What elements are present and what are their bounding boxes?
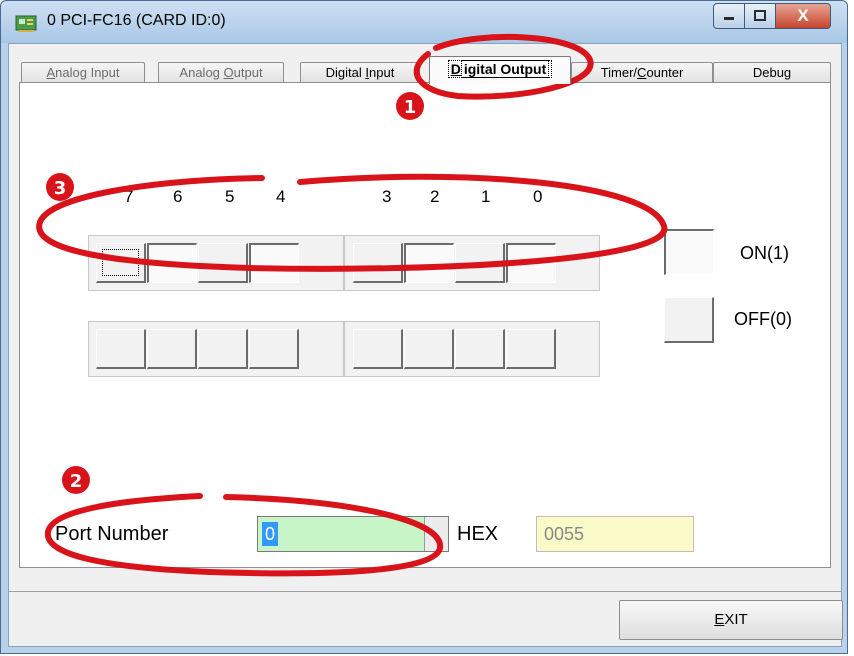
hex-value-field[interactable]: 0055	[536, 516, 694, 552]
tab-label: nput	[369, 65, 395, 80]
output-bit-button-1[interactable]	[455, 243, 505, 283]
bit-label: 5	[225, 187, 235, 206]
input-bit-indicator-7[interactable]	[96, 329, 146, 369]
input-bit-indicator-4[interactable]	[249, 329, 299, 369]
input-bit-indicator-0[interactable]	[506, 329, 556, 369]
tab-label: nalog Input	[55, 65, 120, 80]
bit-label: 0	[533, 187, 543, 206]
tab-label: utput	[233, 65, 263, 80]
tab-strip: Analog Input Analog Output Digital Input…	[19, 56, 839, 84]
tab-analog-input[interactable]: Analog Input	[21, 62, 145, 82]
tab-focus-label: Digital Output	[447, 60, 553, 78]
hex-label: HEX	[457, 523, 499, 545]
title-bar[interactable]: 0 PCI-FC16 (CARD ID:0) X	[1, 1, 847, 43]
input-bit-indicator-5[interactable]	[198, 329, 248, 369]
port-number-value: 0	[262, 522, 279, 546]
tab-analog-output[interactable]: Analog Output	[158, 62, 284, 82]
chevron-down-icon[interactable]: ▼	[424, 517, 448, 551]
output-bit-button-4[interactable]	[249, 243, 299, 283]
port-number-label: Port Number	[55, 523, 169, 545]
bit-label: 1	[481, 187, 491, 206]
focus-rectangle	[102, 249, 139, 276]
output-bit-button-5[interactable]	[198, 243, 248, 283]
maximize-button[interactable]	[744, 3, 776, 29]
application-window: 0 PCI-FC16 (CARD ID:0) X Analog Input An…	[0, 0, 848, 654]
tab-label: Analog	[179, 65, 224, 80]
tab-label: Digital	[325, 65, 366, 80]
minimize-icon	[724, 17, 734, 20]
legend-on-label: ON(1)	[740, 243, 789, 263]
bit-label: 7	[124, 187, 134, 206]
exit-mnemonic: E	[714, 611, 725, 628]
input-bit-indicator-3[interactable]	[353, 329, 403, 369]
bit-label: 4	[276, 187, 286, 206]
maximize-icon	[754, 10, 766, 21]
tab-timer-counter[interactable]: Timer/Counter	[571, 62, 713, 82]
tab-mnemonic: A	[46, 65, 56, 80]
output-bit-button-3[interactable]	[353, 243, 403, 283]
exit-button[interactable]: EXIT	[619, 600, 843, 640]
input-bit-indicator-6[interactable]	[147, 329, 197, 369]
bit-label: 2	[430, 187, 440, 206]
close-button[interactable]: X	[775, 3, 831, 29]
bit-label: 3	[382, 187, 392, 206]
bit-label: 6	[173, 187, 183, 206]
tab-debug[interactable]: Debug	[713, 62, 831, 82]
legend-on-swatch	[664, 229, 714, 275]
dialog-client-area: Analog Input Analog Output Digital Input…	[8, 43, 843, 647]
output-bit-button-7[interactable]	[96, 243, 146, 283]
exit-label: XIT	[724, 611, 748, 628]
close-icon: X	[797, 6, 809, 25]
legend-off-label: OFF(0)	[734, 309, 792, 329]
separator-line	[9, 591, 841, 592]
output-bit-button-2[interactable]	[404, 243, 454, 283]
tab-label: igital Output	[460, 60, 550, 78]
tab-digital-input[interactable]: Digital Input	[300, 62, 420, 82]
output-bit-button-6[interactable]	[147, 243, 197, 283]
port-number-select[interactable]: 0 ▼	[257, 516, 449, 552]
input-bit-indicator-1[interactable]	[455, 329, 505, 369]
input-bit-indicator-2[interactable]	[404, 329, 454, 369]
tab-label: Debug	[752, 65, 792, 80]
digital-output-panel: 7 6 5 4 3 2 1 0 ON(1) OFF(0)	[19, 82, 831, 568]
minimize-button[interactable]	[713, 3, 745, 29]
app-card-icon	[15, 15, 37, 32]
output-bit-button-0[interactable]	[506, 243, 556, 283]
window-title: 0 PCI-FC16 (CARD ID:0)	[47, 12, 226, 29]
tab-digital-output[interactable]: Digital Output	[429, 56, 571, 84]
tab-label: Timer/	[600, 65, 638, 80]
tab-label: ounter	[646, 65, 684, 80]
tab-mnemonic: D	[450, 61, 461, 77]
tab-mnemonic: O	[223, 65, 234, 80]
legend-off-swatch	[664, 297, 714, 343]
